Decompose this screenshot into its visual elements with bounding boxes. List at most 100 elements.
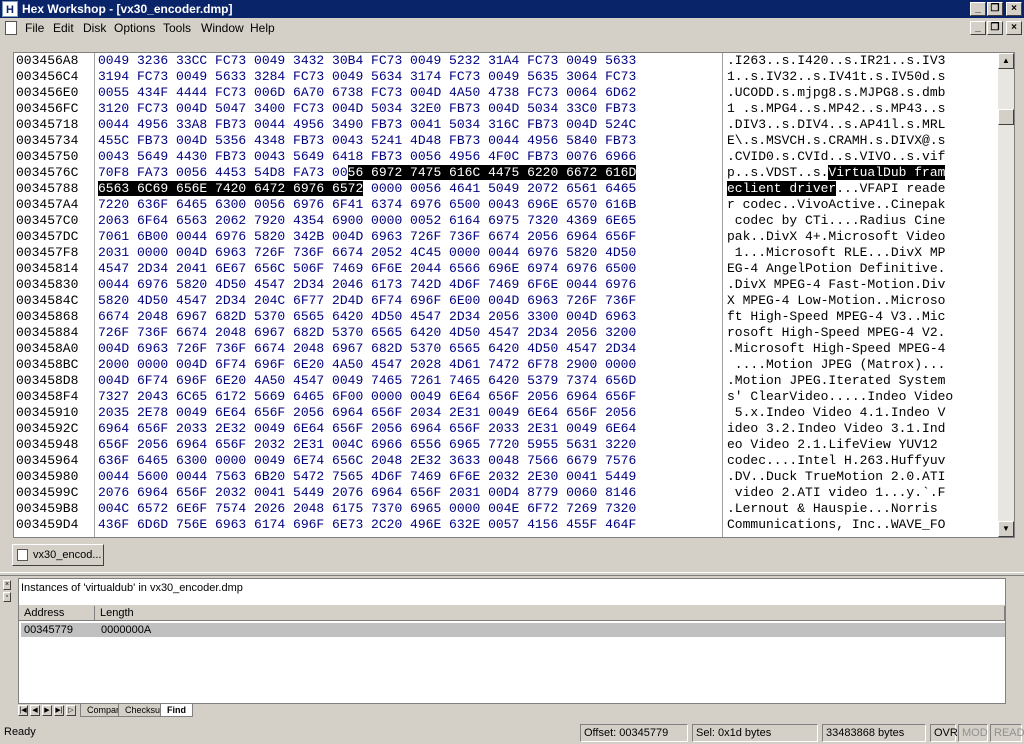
row-hex[interactable]: 0044 5600 0044 7563 6B20 5472 7565 4D6F … bbox=[98, 469, 718, 485]
row-hex[interactable]: 3120 FC73 004D 5047 3400 FC73 004D 5034 … bbox=[98, 101, 718, 117]
row-ascii[interactable]: s' ClearVideo.....Indeo Video bbox=[727, 389, 953, 405]
tab-scroll-icon[interactable]: ▷ bbox=[66, 705, 76, 716]
row-ascii[interactable]: .I263..s.I420..s.IR21..s.IV3 bbox=[727, 53, 945, 69]
row-hex[interactable]: 0049 3236 33CC FC73 0049 3432 30B4 FC73 … bbox=[98, 53, 718, 69]
row-ascii[interactable]: eclient driver...VFAPI reade bbox=[727, 181, 945, 197]
row-ascii[interactable]: .DV..Duck TrueMotion 2.0.ATI bbox=[727, 469, 945, 485]
row-hex[interactable]: 0044 4956 33A8 FB73 0044 4956 3490 FB73 … bbox=[98, 117, 718, 133]
row-hex[interactable]: 436F 6D6D 756E 6963 6174 696F 6E73 2C20 … bbox=[98, 517, 718, 533]
row-hex[interactable]: 6563 6C69 656E 7420 6472 6976 6572 0000 … bbox=[98, 181, 718, 197]
hex-bytes: 004D 6F74 696F 6E20 4A50 4547 0049 7465 … bbox=[98, 373, 637, 388]
row-ascii[interactable]: .DIV3..s.DIV4..s.AP41l.s.MRL bbox=[727, 117, 945, 133]
row-ascii[interactable]: .CVID0.s.CVId..s.VIVO..s.vif bbox=[727, 149, 945, 165]
row-hex[interactable]: 4547 2D34 2041 6E67 656C 506F 7469 6F6E … bbox=[98, 261, 718, 277]
row-ascii[interactable]: .UCODD.s.mjpg8.s.MJPG8.s.dmb bbox=[727, 85, 945, 101]
doc-restore-button[interactable]: ❐ bbox=[987, 21, 1003, 35]
row-hex[interactable]: 6964 656F 2033 2E32 0049 6E64 656F 2056 … bbox=[98, 421, 718, 437]
row-ascii[interactable]: EG-4 AngelPotion Definitive. bbox=[727, 261, 945, 277]
first-tab-icon[interactable]: |◀ bbox=[18, 705, 28, 716]
row-hex[interactable]: 0044 6976 5820 4D50 4547 2D34 2046 6173 … bbox=[98, 277, 718, 293]
row-address: 003456A8 bbox=[16, 53, 79, 68]
row-hex[interactable]: 2000 0000 004D 6F74 696F 6E20 4A50 4547 … bbox=[98, 357, 718, 373]
vertical-scrollbar[interactable]: ▲ ▼ bbox=[998, 53, 1014, 537]
row-ascii[interactable]: eo Video 2.1.LifeView YUV12 bbox=[727, 437, 945, 453]
last-tab-icon[interactable]: ▶| bbox=[54, 705, 64, 716]
row-hex[interactable]: 7327 2043 6C65 6172 5669 6465 6F00 0000 … bbox=[98, 389, 718, 405]
row-hex[interactable]: 5820 4D50 4547 2D34 204C 6F77 2D4D 6F74 … bbox=[98, 293, 718, 309]
row-hex[interactable]: 004C 6572 6E6F 7574 2026 2048 6175 7370 … bbox=[98, 501, 718, 517]
menu-edit[interactable]: Edit bbox=[53, 21, 74, 35]
column-length[interactable]: Length bbox=[95, 606, 1005, 620]
menu-help[interactable]: Help bbox=[250, 21, 275, 35]
next-tab-icon[interactable]: ▶ bbox=[42, 705, 52, 716]
row-hex[interactable]: 2063 6F64 6563 2062 7920 4354 6900 0000 … bbox=[98, 213, 718, 229]
row-hex[interactable]: 3194 FC73 0049 5633 3284 FC73 0049 5634 … bbox=[98, 69, 718, 85]
menu-options[interactable]: Options bbox=[114, 21, 155, 35]
row-hex[interactable]: 70F8 FA73 0056 4453 54D8 FA73 0056 6972 … bbox=[98, 165, 718, 181]
row-ascii[interactable]: 1...Microsoft RLE...DivX MP bbox=[727, 245, 946, 261]
row-hex[interactable]: 726F 736F 6674 2048 6967 682D 5370 6565 … bbox=[98, 325, 718, 341]
row-ascii[interactable]: .Motion JPEG.Iterated System bbox=[727, 373, 945, 389]
menu-disk[interactable]: Disk bbox=[83, 21, 106, 35]
document-tab[interactable]: vx30_encod... bbox=[12, 544, 104, 566]
row-ascii[interactable]: ft High-Speed MPEG-4 V3..Mic bbox=[727, 309, 945, 325]
menu-tools[interactable]: Tools bbox=[163, 21, 191, 35]
row-hex[interactable]: 636F 6465 6300 0000 0049 6E74 656C 2048 … bbox=[98, 453, 718, 469]
row-hex[interactable]: 7220 636F 6465 6300 0056 6976 6F41 6374 … bbox=[98, 197, 718, 213]
close-button[interactable]: × bbox=[1006, 2, 1022, 16]
pane-splitter[interactable] bbox=[0, 572, 1024, 576]
row-ascii[interactable]: .Microsoft High-Speed MPEG-4 bbox=[727, 341, 945, 357]
row-ascii[interactable]: 1..s.IV32..s.IV41t.s.IV50d.s bbox=[727, 69, 945, 85]
row-address: 003458A0 bbox=[16, 341, 79, 356]
column-address[interactable]: Address bbox=[19, 606, 95, 620]
scroll-down-icon[interactable]: ▼ bbox=[998, 521, 1014, 537]
row-ascii[interactable]: rosoft High-Speed MPEG-4 V2. bbox=[727, 325, 945, 341]
hex-bytes: 0043 5649 4430 FB73 0043 5649 6418 FB73 … bbox=[98, 149, 637, 164]
row-ascii[interactable]: .Lernout & Hauspie...Norris bbox=[727, 501, 945, 517]
row-ascii[interactable]: ....Motion JPEG (Matrox)... bbox=[727, 357, 946, 373]
row-ascii[interactable]: X MPEG-4 Low-Motion..Microso bbox=[727, 293, 945, 309]
row-ascii[interactable]: p..s.VDST..s.VirtualDub fram bbox=[727, 165, 946, 181]
doc-close-button[interactable]: × bbox=[1006, 21, 1022, 35]
row-hex[interactable]: 7061 6B00 0044 6976 5820 342B 004D 6963 … bbox=[98, 229, 718, 245]
collapse-icon[interactable]: × bbox=[3, 580, 11, 590]
row-ascii[interactable]: codec by CTi....Radius Cine bbox=[727, 213, 946, 229]
minimize-button[interactable]: _ bbox=[970, 2, 986, 16]
tab-find[interactable]: Find bbox=[160, 704, 193, 717]
row-hex[interactable]: 0043 5649 4430 FB73 0043 5649 6418 FB73 … bbox=[98, 149, 718, 165]
restore-button[interactable]: ❐ bbox=[987, 2, 1003, 16]
row-ascii[interactable]: video 2.ATI video 1...y.`.F bbox=[727, 485, 946, 501]
scroll-up-icon[interactable]: ▲ bbox=[998, 53, 1014, 69]
row-hex[interactable]: 455C FB73 004D 5356 4348 FB73 0043 5241 … bbox=[98, 133, 718, 149]
scroll-thumb[interactable] bbox=[998, 109, 1014, 125]
menu-window[interactable]: Window bbox=[201, 21, 244, 35]
row-hex[interactable]: 2076 6964 656F 2032 0041 5449 2076 6964 … bbox=[98, 485, 718, 501]
row-hex[interactable]: 2035 2E78 0049 6E64 656F 2056 6964 656F … bbox=[98, 405, 718, 421]
row-ascii[interactable]: Communications, Inc..WAVE_FO bbox=[727, 517, 945, 533]
row-address: 00345788 bbox=[16, 181, 79, 196]
row-hex[interactable]: 2031 0000 004D 6963 726F 736F 6674 2052 … bbox=[98, 245, 718, 261]
doc-minimize-button[interactable]: _ bbox=[970, 21, 986, 35]
document-icon[interactable] bbox=[5, 21, 17, 35]
row-ascii[interactable]: E\.s.MSVCH.s.CRAMH.s.DIVX@.s bbox=[727, 133, 945, 149]
table-row[interactable]: 00345779 0000000A bbox=[21, 623, 1005, 637]
hex-bytes: 004C 6572 6E6F 7574 2026 2048 6175 7370 … bbox=[98, 501, 637, 516]
row-ascii[interactable]: .DivX MPEG-4 Fast-Motion.Div bbox=[727, 277, 945, 293]
row-hex[interactable]: 0055 434F 4444 FC73 006D 6A70 6738 FC73 … bbox=[98, 85, 718, 101]
expand-icon[interactable]: ▫ bbox=[3, 592, 11, 602]
row-hex[interactable]: 6674 2048 6967 682D 5370 6565 6420 4D50 … bbox=[98, 309, 718, 325]
row-hex[interactable]: 656F 2056 6964 656F 2032 2E31 004C 6966 … bbox=[98, 437, 718, 453]
row-hex[interactable]: 004D 6F74 696F 6E20 4A50 4547 0049 7465 … bbox=[98, 373, 718, 389]
row-hex[interactable]: 004D 6963 726F 736F 6674 2048 6967 682D … bbox=[98, 341, 718, 357]
row-ascii[interactable]: 5.x.Indeo Video 4.1.Indeo V bbox=[727, 405, 946, 421]
row-ascii[interactable]: 1 .s.MPG4..s.MP42..s.MP43..s bbox=[727, 101, 945, 117]
row-ascii[interactable]: ideo 3.2.Indeo Video 3.1.Ind bbox=[727, 421, 945, 437]
menu-file[interactable]: File bbox=[25, 21, 44, 35]
hex-editor-pane[interactable]: 003456A8 0049 3236 33CC FC73 0049 3432 30… bbox=[13, 52, 1015, 538]
row-ascii[interactable]: r codec..VivoActive..Cinepak bbox=[727, 197, 945, 213]
hex-bytes: 3194 FC73 0049 5633 3284 FC73 0049 5634 … bbox=[98, 69, 637, 84]
row-ascii[interactable]: pak..DivX 4+.Microsoft Video bbox=[727, 229, 945, 245]
ascii-text: .I263..s.I420..s.IR21..s.IV3 bbox=[727, 53, 946, 68]
prev-tab-icon[interactable]: ◀ bbox=[30, 705, 40, 716]
row-ascii[interactable]: codec....Intel H.263.Huffyuv bbox=[727, 453, 945, 469]
